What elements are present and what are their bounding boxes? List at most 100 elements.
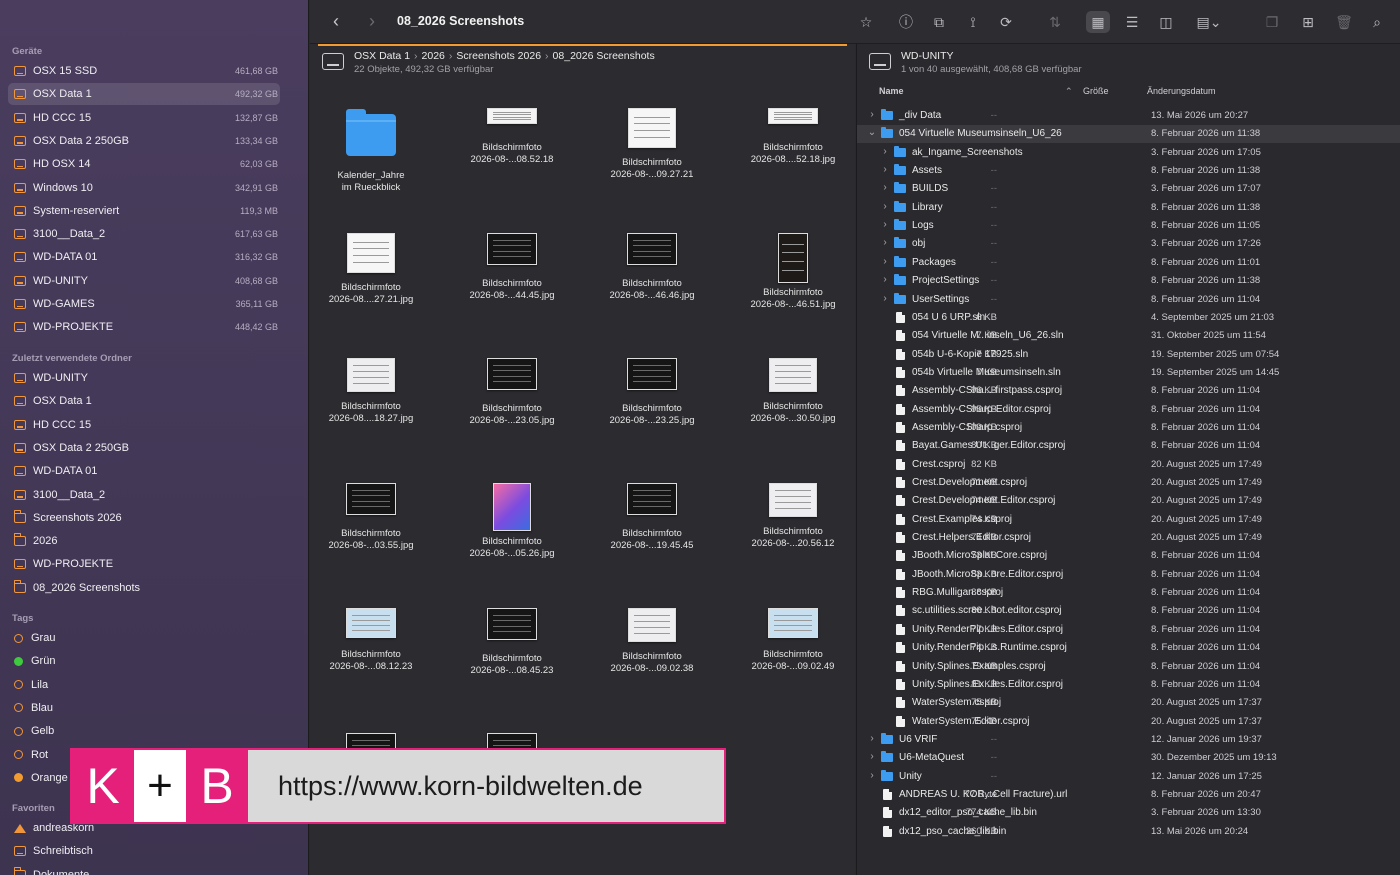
folder-row[interactable]: › Library -- 8. Februar 2026 um 11:38 [857,199,1400,217]
file-row[interactable]: Assembly-CSharp.csproj 109 KB 8. Februar 2… [857,419,1400,437]
chevron-right-icon[interactable]: › [867,770,877,781]
file-row[interactable]: dx12_pso_cache_lib.bin 260 KB 13. Mai 2026… [857,823,1400,841]
sidebar-item[interactable]: OSX Data 2 250GB 133,34 GB [8,130,280,152]
file-item[interactable]: Bildschirmfoto 2026-08-...46.46.jpg [582,233,722,302]
sidebar-item[interactable]: System-reserviert 119,3 MB [8,200,280,222]
chevron-right-icon[interactable]: › [867,751,877,762]
folder-row[interactable]: › U6 VRIF -- 12. Januar 2026 um 19:37 [857,731,1400,749]
file-row[interactable]: Crest.Development.csproj 71 KB 20. August … [857,474,1400,492]
file-item[interactable]: Bildschirmfoto 2026-08-...05.26.jpg [442,483,582,560]
breadcrumb-item[interactable]: 08_2026 Screenshots [553,50,655,62]
folder-row[interactable]: › U6-MetaQuest -- 30. Dezember 2025 um 19:1… [857,749,1400,767]
file-row[interactable]: 054 U 6 URP.sln 6 KB 4. September 2025 um … [857,309,1400,327]
sidebar-item[interactable]: OSX Data 2 250GB [8,437,280,459]
file-row[interactable]: Unity.Splines.Ex...les.Editor.csproj 81 K… [857,676,1400,694]
back-button[interactable]: ‹ [324,10,348,34]
folder-row[interactable]: › _div Data -- 13. Mai 2026 um 20:27 [857,107,1400,125]
sidebar-item[interactable]: Dokumente [8,864,280,875]
sidebar-item[interactable]: 2026 [8,530,280,552]
file-row[interactable]: sc.utilities.scree...hot.editor.csproj 80… [857,602,1400,620]
chevron-right-icon[interactable]: › [880,256,890,267]
sidebar-item[interactable]: WD-GAMES 365,11 GB [8,293,280,315]
sidebar-item[interactable]: WD-PROJEKTE 448,42 GB [8,316,280,338]
sidebar-item[interactable]: 3100__Data_2 617,63 GB [8,223,280,245]
file-row[interactable]: Assembly-CSharp-Editor.csproj 95 KB 8. Feb… [857,401,1400,419]
favorite-star-icon[interactable]: ☆ [854,11,878,33]
file-item[interactable]: Bildschirmfoto 2026-08-...19.45.45 [582,483,722,552]
breadcrumb-item[interactable]: Screenshots 2026 [456,50,541,62]
sidebar-item[interactable]: Windows 10 342,91 GB [8,177,280,199]
sidebar-item[interactable]: OSX Data 1 [8,390,280,412]
chevron-right-icon[interactable]: › [880,201,890,212]
folder-row[interactable]: › UserSettings -- 8. Februar 2026 um 11:04 [857,291,1400,309]
chevron-right-icon[interactable]: › [867,733,877,744]
folder-row[interactable]: › Logs -- 8. Februar 2026 um 11:05 [857,217,1400,235]
column-name[interactable]: Name [879,86,904,96]
breadcrumb-item[interactable]: OSX Data 1 [354,50,410,62]
info-icon[interactable]: ⓘ [894,11,918,33]
sidebar-item[interactable]: HD OSX 14 62,03 GB [8,153,280,175]
file-item[interactable]: Bildschirmfoto 2026-08-...44.45.jpg [442,233,582,302]
file-row[interactable]: Bayat.Games.Ut...ger.Editor.csproj 80 KB 8… [857,437,1400,455]
file-row[interactable]: ANDREAS U. KOR...Cell Fracture).url 77 By… [857,786,1400,804]
trash-icon[interactable]: 🗑 [1327,11,1361,33]
sidebar-item[interactable]: Gelb [8,720,280,742]
file-row[interactable]: Unity.RenderPip...s.Runtime.csproj 74 KB 8… [857,639,1400,657]
sync-icon[interactable]: ⟳ [994,11,1018,33]
folder-row[interactable]: ⌄ 054 Virtuelle Museumsinseln_U6_26 -- 8. F… [857,125,1400,144]
file-row[interactable]: Crest.Helpers.Editor.csproj 74 KB 20. Augu… [857,529,1400,547]
file-row[interactable]: 054 Virtuelle M...inseln_U6_26.sln 7 KB 31… [857,327,1400,345]
chevron-down-icon[interactable]: ⌄ [867,127,877,138]
chevron-right-icon[interactable]: › [880,146,890,157]
grid-view-icon[interactable]: ▦ [1086,11,1110,33]
file-row[interactable]: 054b Virtuelle Museumsinseln.sln 7 KB 19. … [857,364,1400,382]
file-row[interactable]: Crest.Development.Editor.csproj 74 KB 20. … [857,492,1400,510]
file-row[interactable]: JBooth.MicroSplat.Core.csproj 73 KB 8. Feb… [857,547,1400,565]
file-row[interactable]: Unity.RenderPip...les.Editor.csproj 77 KB… [857,621,1400,639]
sidebar-item[interactable]: WD-PROJEKTE [8,553,280,575]
share-link-icon[interactable]: ⟟ [961,11,985,33]
sidebar-item[interactable]: Grau [8,627,280,649]
file-item[interactable]: Bildschirmfoto 2026-08-...09.02.38 [582,608,722,675]
sidebar-item[interactable]: OSX 15 SSD 461,68 GB [8,60,280,82]
folder-row[interactable]: › Unity -- 12. Januar 2026 um 17:25 [857,768,1400,786]
sidebar-item[interactable]: Blau [8,697,280,719]
sidebar-item[interactable]: 3100__Data_2 [8,484,280,506]
folder-row[interactable]: › Packages -- 8. Februar 2026 um 11:01 [857,254,1400,272]
sidebar-item[interactable]: HD CCC 15 [8,414,280,436]
swap-panes-icon[interactable]: ⇅ [1043,11,1067,33]
gallery-view-icon[interactable]: ▤⌄ [1192,11,1226,33]
file-item[interactable]: Bildschirmfoto 2026-08....18.27.jpg [301,358,441,425]
file-item[interactable]: Bildschirmfoto 2026-08....27.21.jpg [301,233,441,306]
file-item[interactable]: Bildschirmfoto 2026-08-...23.05.jpg [442,358,582,427]
column-view-icon[interactable]: ◫ [1154,11,1178,33]
file-item[interactable]: Bildschirmfoto 2026-08-...08.52.18 [442,108,582,166]
folder-row[interactable]: › ProjectSettings -- 8. Februar 2026 um 11:… [857,272,1400,290]
folder-row[interactable]: › obj -- 3. Februar 2026 um 17:26 [857,235,1400,253]
file-row[interactable]: JBooth.MicroSp...ore.Editor.csproj 83 KB 8… [857,566,1400,584]
file-row[interactable]: Assembly-CSha...-firstpass.csproj 96 KB 8.… [857,382,1400,400]
file-item[interactable]: Bildschirmfoto 2026-08....52.18.jpg [723,108,863,166]
file-item[interactable]: Bildschirmfoto 2026-08-...03.55.jpg [301,483,441,552]
file-item[interactable]: Bildschirmfoto 2026-08-...46.51.jpg [723,233,863,311]
file-row[interactable]: RBG.Mulligan.csproj 88 KB 8. Februar 2026 … [857,584,1400,602]
file-row[interactable]: dx12_editor_pso_cache_lib.bin 774 KB 3. Fe… [857,804,1400,822]
file-item[interactable]: Bildschirmfoto 2026-08-...08.45.23 [442,608,582,677]
sidebar-item[interactable]: Lila [8,674,280,696]
file-row[interactable]: WaterSystem.Editor.csproj 75 KB 20. August… [857,713,1400,731]
file-row[interactable]: Crest.Examples.csproj 74 KB 20. August 202… [857,511,1400,529]
sidebar-item[interactable]: HD CCC 15 132,87 GB [8,107,280,129]
sidebar-item[interactable]: WD-UNITY 408,68 GB [8,270,280,292]
file-item[interactable]: Bildschirmfoto 2026-08-...30.50.jpg [723,358,863,425]
file-item[interactable]: Bildschirmfoto 2026-08-...08.12.23 [301,608,441,673]
file-item[interactable]: Bildschirmfoto 2026-08-...20.56.12 [723,483,863,550]
chevron-right-icon[interactable]: › [880,237,890,248]
chevron-right-icon[interactable]: › [880,274,890,285]
column-date[interactable]: Änderungsdatum [1147,86,1216,96]
sidebar-item[interactable]: Grün [8,650,280,672]
file-row[interactable]: Crest.csproj 82 KB 20. August 2025 um 17:4… [857,456,1400,474]
file-item[interactable]: Bildschirmfoto 2026-08-...23.25.jpg [582,358,722,427]
column-size[interactable]: Größe [1083,86,1109,96]
new-folder-icon[interactable]: ⊞ [1296,11,1320,33]
search-icon[interactable]: ⌕ [1365,11,1389,33]
